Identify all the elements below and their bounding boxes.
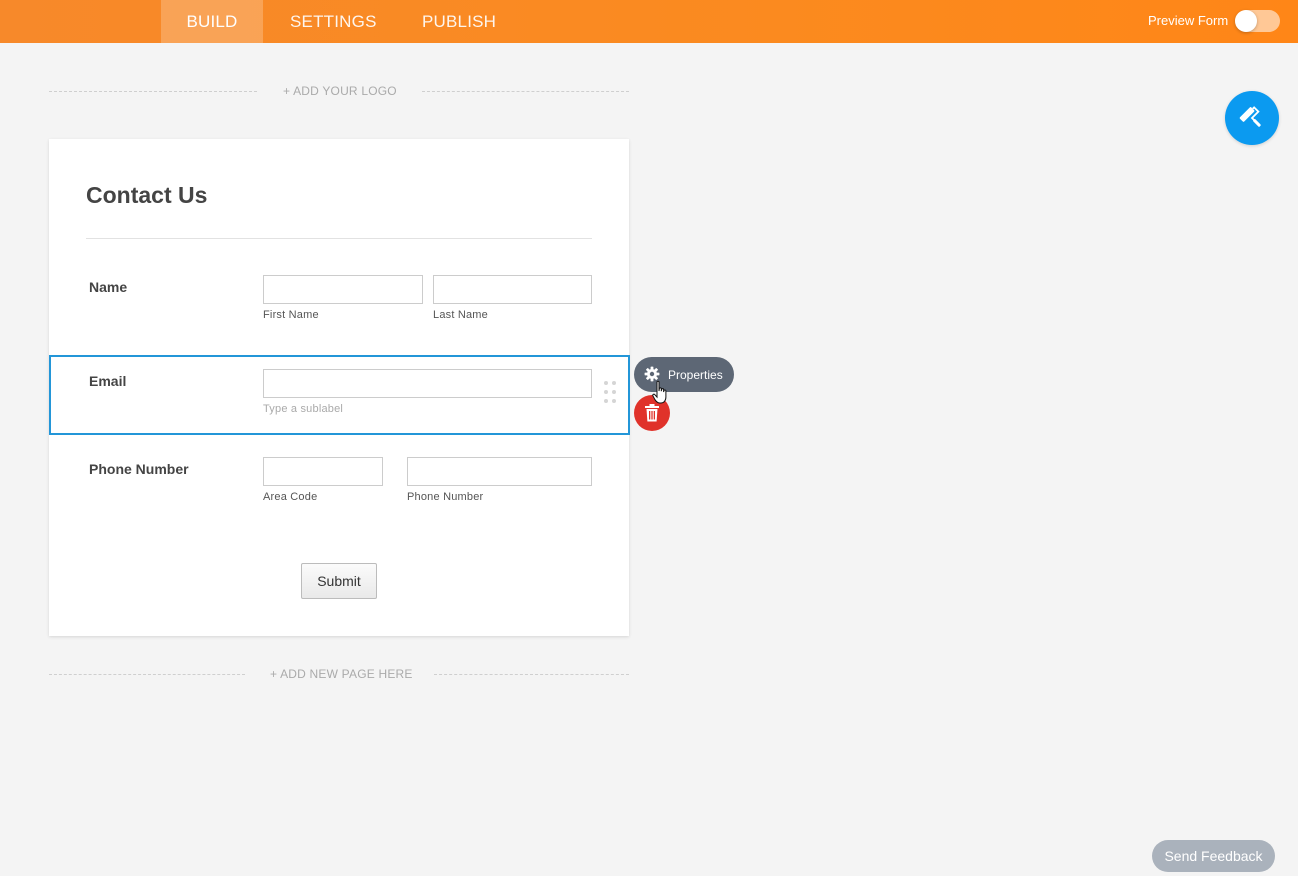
form-card: Contact Us Name First Name Last Name Ema… xyxy=(49,139,630,636)
area-code-sublabel[interactable]: Area Code xyxy=(263,491,317,503)
add-new-page-link[interactable]: + ADD NEW PAGE HERE xyxy=(270,667,413,681)
preview-form-label: Preview Form xyxy=(1148,13,1229,28)
first-name-sublabel[interactable]: First Name xyxy=(263,309,319,321)
add-logo-link[interactable]: + ADD YOUR LOGO xyxy=(283,84,397,98)
tab-build[interactable]: BUILD xyxy=(161,0,263,43)
toggle-knob xyxy=(1235,10,1257,32)
title-divider xyxy=(86,238,592,239)
submit-button[interactable]: Submit xyxy=(301,563,377,599)
phone-number-input[interactable] xyxy=(407,457,592,486)
form-designer-button[interactable] xyxy=(1225,91,1279,145)
tab-settings[interactable]: SETTINGS xyxy=(290,0,376,43)
gear-icon xyxy=(644,366,660,382)
send-feedback-button[interactable]: Send Feedback xyxy=(1152,840,1275,872)
divider xyxy=(434,674,629,675)
delete-field-button[interactable] xyxy=(634,395,670,431)
divider xyxy=(49,674,245,675)
area-code-input[interactable] xyxy=(263,457,383,486)
email-field-label[interactable]: Email xyxy=(89,373,126,389)
email-input[interactable] xyxy=(263,369,592,398)
name-field-label[interactable]: Name xyxy=(89,279,127,295)
last-name-input[interactable] xyxy=(433,275,592,304)
trash-icon xyxy=(645,404,659,422)
phone-number-sublabel[interactable]: Phone Number xyxy=(407,491,483,503)
properties-label: Properties xyxy=(668,368,723,382)
preview-form-toggle[interactable] xyxy=(1235,10,1280,32)
tab-publish[interactable]: PUBLISH xyxy=(422,0,502,43)
properties-button[interactable]: Properties xyxy=(634,357,734,392)
drag-handle-icon[interactable] xyxy=(603,380,617,410)
first-name-input[interactable] xyxy=(263,275,423,304)
divider xyxy=(422,91,629,92)
paint-roller-icon xyxy=(1239,106,1261,127)
top-navigation-bar: BUILD SETTINGS PUBLISH Preview Form xyxy=(0,0,1298,43)
divider xyxy=(49,91,257,92)
email-sublabel-placeholder[interactable]: Type a sublabel xyxy=(263,403,343,415)
phone-field-label[interactable]: Phone Number xyxy=(89,461,189,477)
last-name-sublabel[interactable]: Last Name xyxy=(433,309,488,321)
form-title[interactable]: Contact Us xyxy=(86,182,207,209)
